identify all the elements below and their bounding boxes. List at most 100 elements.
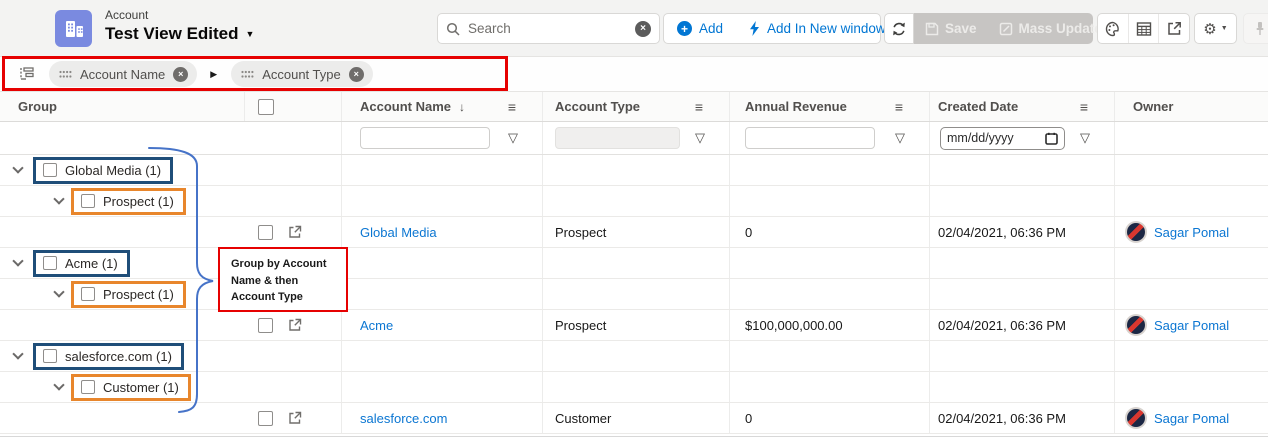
group-by-icon[interactable] xyxy=(18,66,35,83)
group-checkbox[interactable] xyxy=(43,349,57,363)
empty-cell xyxy=(342,248,543,278)
group-header-global-media[interactable]: Global Media (1) xyxy=(33,157,173,184)
empty-cell xyxy=(245,279,342,309)
group-checkbox[interactable] xyxy=(81,194,95,208)
account-name-link[interactable]: salesforce.com xyxy=(360,411,447,426)
open-record-icon[interactable] xyxy=(288,318,302,332)
add-button-group: + Add Add In New window xyxy=(663,13,881,44)
column-header-group: Group xyxy=(0,92,245,121)
table-header-row: Group Account Name ↓ ≡ Account Type ≡ An… xyxy=(0,92,1268,122)
calendar-icon[interactable] xyxy=(1045,132,1058,145)
group-label: Global Media (1) xyxy=(65,163,161,178)
avatar xyxy=(1125,407,1147,429)
column-label: Created Date xyxy=(938,99,1018,114)
select-all-checkbox[interactable] xyxy=(258,99,274,115)
empty-cell xyxy=(930,248,1115,278)
group-header-salesforce[interactable]: salesforce.com (1) xyxy=(33,343,184,370)
account-name-cell: Global Media xyxy=(342,217,543,247)
group-row-level2: Prospect (1) xyxy=(0,186,1268,217)
account-name-link[interactable]: Global Media xyxy=(360,225,437,240)
owner-link[interactable]: Sagar Pomal xyxy=(1154,411,1229,426)
account-type-cell: Prospect xyxy=(543,310,730,340)
empty-cell xyxy=(543,155,730,185)
chevron-down-icon[interactable] xyxy=(53,286,64,297)
filter-icon[interactable]: ▽ xyxy=(1080,130,1090,146)
annual-revenue-filter-input[interactable] xyxy=(745,127,875,149)
column-header-created-date[interactable]: Created Date ≡ xyxy=(930,92,1115,121)
chevron-down-icon[interactable] xyxy=(12,348,23,359)
empty-cell xyxy=(930,186,1115,216)
annual-revenue-cell: 0 xyxy=(730,217,930,247)
mass-update-label: Mass Update xyxy=(1019,21,1102,36)
account-type-cell: Prospect xyxy=(543,217,730,247)
column-menu-icon[interactable]: ≡ xyxy=(695,99,703,115)
open-in-new-button[interactable] xyxy=(1158,14,1189,43)
filter-icon[interactable]: ▽ xyxy=(695,130,705,146)
group-chip-account-type[interactable]: Account Type × xyxy=(231,61,373,87)
chevron-down-icon[interactable] xyxy=(53,193,64,204)
chevron-down-icon[interactable] xyxy=(12,255,23,266)
group-checkbox[interactable] xyxy=(43,256,57,270)
annual-revenue-value: 0 xyxy=(745,225,752,240)
empty-cell xyxy=(730,248,930,278)
column-menu-icon[interactable]: ≡ xyxy=(508,99,516,115)
search-input[interactable] xyxy=(468,21,635,36)
add-button[interactable]: + Add xyxy=(664,14,736,43)
filter-cell-account-name: ▽ xyxy=(342,122,543,154)
row-select-cell xyxy=(245,217,342,247)
filter-icon[interactable]: ▽ xyxy=(895,130,905,146)
row-checkbox[interactable] xyxy=(258,411,273,426)
column-header-account-name[interactable]: Account Name ↓ ≡ xyxy=(342,92,543,121)
filter-icon[interactable]: ▽ xyxy=(508,130,518,146)
clear-search-icon[interactable]: × xyxy=(635,21,651,37)
column-menu-icon[interactable]: ≡ xyxy=(1080,99,1088,115)
open-record-icon[interactable] xyxy=(288,411,302,425)
building-icon xyxy=(63,18,85,40)
object-label: Account xyxy=(105,8,254,22)
refresh-button[interactable] xyxy=(884,13,914,44)
table-view-button[interactable] xyxy=(1128,14,1159,43)
remove-chip-icon[interactable]: × xyxy=(349,67,364,82)
account-type-value: Prospect xyxy=(555,318,606,333)
empty-cell xyxy=(342,279,543,309)
account-name-filter-input[interactable] xyxy=(360,127,490,149)
column-menu-icon[interactable]: ≡ xyxy=(895,99,903,115)
account-name-link[interactable]: Acme xyxy=(360,318,393,333)
empty-cell xyxy=(1115,372,1268,402)
group-header-prospect[interactable]: Prospect (1) xyxy=(71,188,186,215)
row-checkbox[interactable] xyxy=(258,318,273,333)
group-header-acme[interactable]: Acme (1) xyxy=(33,250,130,277)
group-checkbox[interactable] xyxy=(81,380,95,394)
owner-link[interactable]: Sagar Pomal xyxy=(1154,318,1229,333)
chevron-down-icon[interactable] xyxy=(53,379,64,390)
group-chip-account-name[interactable]: Account Name × xyxy=(49,61,197,87)
empty-cell xyxy=(930,155,1115,185)
add-in-new-window-button[interactable]: Add In New window xyxy=(736,14,899,43)
column-header-annual-revenue[interactable]: Annual Revenue ≡ xyxy=(730,92,930,121)
open-record-icon[interactable] xyxy=(288,225,302,239)
table-icon xyxy=(1136,21,1152,37)
created-date-filter-input[interactable]: mm/dd/yyyy xyxy=(940,127,1065,150)
empty-cell xyxy=(342,372,543,402)
group-header-prospect[interactable]: Prospect (1) xyxy=(71,281,186,308)
view-selector[interactable]: Test View Edited ▼ xyxy=(105,24,254,44)
theme-button[interactable] xyxy=(1098,14,1128,43)
empty-cell xyxy=(245,186,342,216)
search-box: × xyxy=(437,13,660,44)
column-header-account-type[interactable]: Account Type ≡ xyxy=(543,92,730,121)
chevron-down-icon[interactable] xyxy=(12,162,23,173)
group-checkbox[interactable] xyxy=(81,287,95,301)
account-name-cell: Acme xyxy=(342,310,543,340)
row-checkbox[interactable] xyxy=(258,225,273,240)
page-header: Account Test View Edited ▼ × + Add xyxy=(0,0,1268,57)
settings-button[interactable]: ⚙ ▼ xyxy=(1194,13,1237,44)
table-row: Acme Prospect $100,000,000.00 02/04/2021… xyxy=(0,310,1268,341)
empty-cell xyxy=(245,341,342,371)
column-header-owner[interactable]: Owner xyxy=(1115,92,1268,121)
empty-cell xyxy=(1115,341,1268,371)
group-header-customer[interactable]: Customer (1) xyxy=(71,374,191,401)
filter-cell-select xyxy=(245,122,342,154)
owner-link[interactable]: Sagar Pomal xyxy=(1154,225,1229,240)
remove-chip-icon[interactable]: × xyxy=(173,67,188,82)
group-checkbox[interactable] xyxy=(43,163,57,177)
